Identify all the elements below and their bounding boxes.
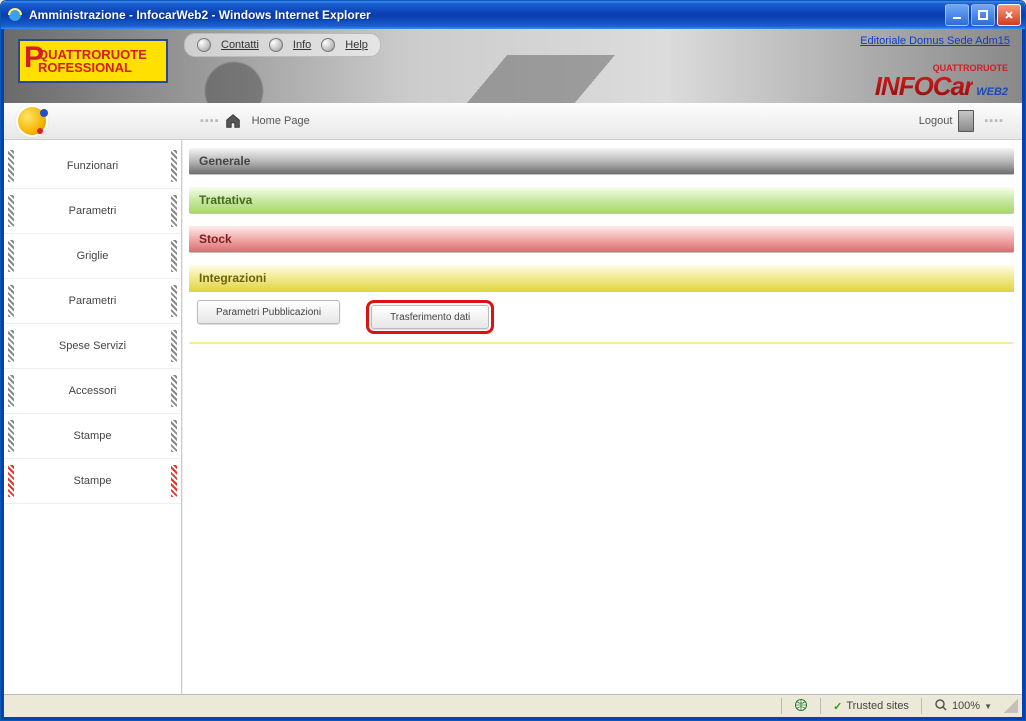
minimize-button[interactable]: [945, 4, 969, 26]
window-title: Amministrazione - InfocarWeb2 - Windows …: [29, 8, 945, 22]
infocar-logo: QUATTRORUOTE INFOCar WEB2: [875, 64, 1008, 99]
maximize-button[interactable]: [971, 4, 995, 26]
help-link[interactable]: Help: [345, 39, 368, 51]
sidebar-item-label: Funzionari: [4, 160, 181, 172]
banner-deco: [184, 55, 862, 103]
sidebar-item-label: Parametri: [4, 205, 181, 217]
section-stock[interactable]: Stock: [189, 226, 1014, 253]
sidebar-item-label: Stampe: [4, 475, 181, 487]
sidebar: Funzionari Parametri Griglie Parametri S…: [4, 140, 182, 694]
sidebar-item-label: Accessori: [4, 385, 181, 397]
info-link[interactable]: Info: [293, 39, 311, 51]
sidebar-item-label: Stampe: [4, 430, 181, 442]
zoom-control[interactable]: 100% ▼: [928, 698, 998, 715]
sidebar-item-stampe[interactable]: Stampe: [4, 414, 181, 459]
ie-icon: [7, 7, 23, 23]
bullet-icon: [321, 38, 335, 52]
section-header: Generale: [189, 148, 1014, 175]
sidebar-item-griglie[interactable]: Griglie: [4, 234, 181, 279]
sidebar-item-parametri[interactable]: Parametri: [4, 189, 181, 234]
parametri-pubblicazioni-button[interactable]: Parametri Pubblicazioni: [197, 300, 340, 324]
dropdown-icon: ▼: [984, 702, 992, 711]
globe-icon: [794, 698, 808, 715]
section-header: Trattativa: [189, 187, 1014, 214]
breadcrumb-row: ▪▪▪▪ Home Page Logout ▪▪▪▪: [4, 103, 1022, 140]
titlebar: Amministrazione - InfocarWeb2 - Windows …: [1, 1, 1025, 29]
domus-link[interactable]: Editoriale Domus Sede Adm15: [860, 35, 1010, 47]
content: Generale Trattativa Stock Integrazioni P…: [182, 140, 1022, 694]
sidebar-item-accessori[interactable]: Accessori: [4, 369, 181, 414]
resize-grip-icon[interactable]: [1004, 699, 1018, 713]
bullet-icon: [269, 38, 283, 52]
breadcrumb-home[interactable]: Home Page: [252, 115, 310, 127]
contatti-link[interactable]: Contatti: [221, 39, 259, 51]
section-integrazioni: Integrazioni Parametri Pubblicazioni Tra…: [189, 265, 1014, 344]
window: Amministrazione - InfocarWeb2 - Windows …: [0, 0, 1026, 721]
section-trattativa[interactable]: Trattativa: [189, 187, 1014, 214]
infocar-big: INFOCar: [875, 71, 973, 101]
close-button[interactable]: [997, 4, 1021, 26]
bullet-icon: [197, 38, 211, 52]
highlight-ring: Trasferimento dati: [366, 300, 494, 334]
top-links: Contatti Info Help: [184, 33, 381, 57]
admin-gear-icon[interactable]: [18, 107, 46, 135]
security-zone[interactable]: ✓ Trusted sites: [827, 700, 915, 713]
section-header: Stock: [189, 226, 1014, 253]
trasferimento-dati-button[interactable]: Trasferimento dati: [371, 305, 489, 329]
zoom-value: 100%: [952, 700, 980, 712]
check-icon: ✓: [833, 700, 842, 713]
sidebar-item-label: Parametri: [4, 295, 181, 307]
logout-link[interactable]: Logout: [919, 115, 953, 127]
sidebar-item-funzionari[interactable]: Funzionari: [4, 144, 181, 189]
banner: P QUATTRORUOTE ROFESSIONAL Contatti Info…: [4, 29, 1022, 103]
dots-icon: ▪▪▪▪: [984, 115, 1004, 127]
section-generale[interactable]: Generale: [189, 148, 1014, 175]
magnifier-icon: [934, 698, 948, 715]
sidebar-item-label: Spese Servizi: [4, 340, 181, 352]
main-area: Funzionari Parametri Griglie Parametri S…: [4, 140, 1022, 694]
logo-line-2: ROFESSIONAL: [38, 61, 166, 74]
sidebar-item-parametri-2[interactable]: Parametri: [4, 279, 181, 324]
sidebar-item-spese-servizi[interactable]: Spese Servizi: [4, 324, 181, 369]
content-frame: P QUATTRORUOTE ROFESSIONAL Contatti Info…: [1, 29, 1025, 720]
server-icon: [958, 110, 974, 132]
trusted-sites-text: Trusted sites: [846, 700, 909, 712]
infocar-web: WEB2: [976, 86, 1008, 98]
sidebar-item-stampe-2[interactable]: Stampe: [4, 459, 181, 504]
statusbar: ✓ Trusted sites 100% ▼: [4, 694, 1022, 717]
dots-icon: ▪▪▪▪: [200, 115, 220, 127]
brand-logo: P QUATTRORUOTE ROFESSIONAL: [18, 39, 168, 83]
section-header[interactable]: Integrazioni: [189, 265, 1014, 292]
home-icon[interactable]: [224, 112, 242, 130]
sidebar-item-label: Griglie: [4, 250, 181, 262]
domus-text: Editoriale Domus Sede Adm15: [860, 35, 1010, 47]
